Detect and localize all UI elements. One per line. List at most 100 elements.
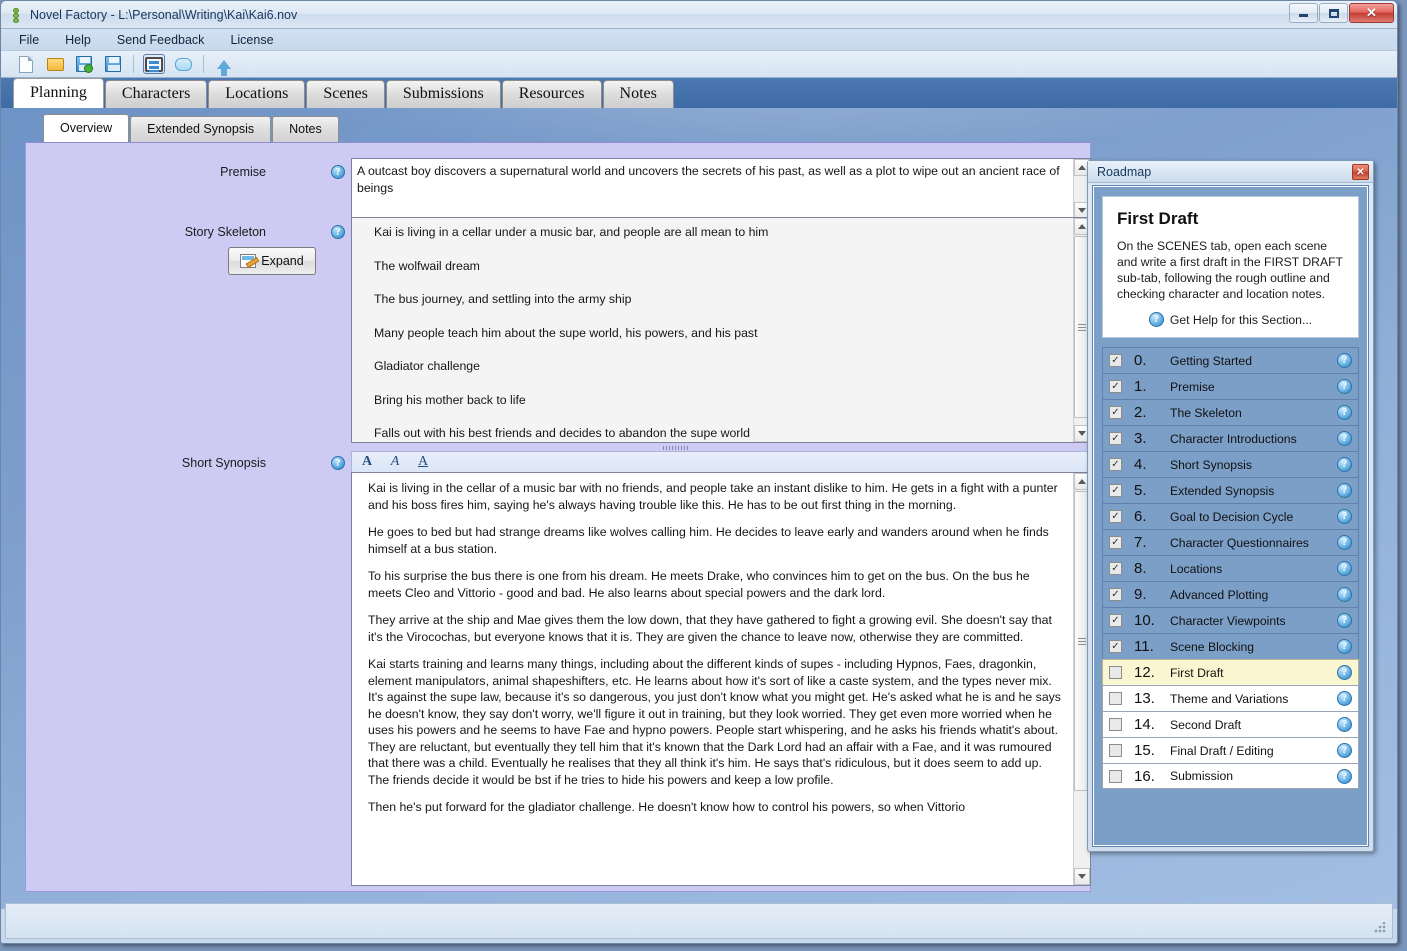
tab-submissions[interactable]: Submissions — [386, 80, 501, 108]
save-button[interactable] — [102, 54, 124, 74]
help-icon[interactable]: ? — [1337, 665, 1352, 680]
italic-button[interactable]: A — [386, 454, 404, 470]
checkbox[interactable]: ✓ — [1109, 562, 1122, 575]
minimize-button[interactable] — [1289, 3, 1318, 23]
get-help-link[interactable]: ? Get Help for this Section... — [1117, 312, 1344, 327]
close-button[interactable]: ✕ — [1349, 3, 1394, 23]
roadmap-step-10[interactable]: ✓ 10. Character Viewpoints ? — [1102, 607, 1359, 633]
help-icon[interactable]: ? — [1337, 405, 1352, 420]
checkbox[interactable] — [1109, 718, 1122, 731]
splitter-handle[interactable] — [663, 446, 689, 450]
synopsis-paragraph: Kai is living in the cellar of a music b… — [368, 480, 1066, 513]
roadmap-step-3[interactable]: ✓ 3. Character Introductions ? — [1102, 425, 1359, 451]
maximize-button[interactable] — [1319, 3, 1348, 23]
roadmap-step-7[interactable]: ✓ 7. Character Questionnaires ? — [1102, 529, 1359, 555]
checkbox[interactable] — [1109, 666, 1122, 679]
tab-characters[interactable]: Characters — [105, 80, 207, 108]
help-icon[interactable]: ? — [1337, 509, 1352, 524]
menu-item-help[interactable]: Help — [65, 33, 91, 47]
checkbox[interactable]: ✓ — [1109, 458, 1122, 471]
menu-item-file[interactable]: File — [19, 33, 39, 47]
upload-button[interactable] — [213, 54, 235, 74]
help-icon[interactable]: ? — [1337, 561, 1352, 576]
tab-planning[interactable]: Planning — [13, 78, 104, 108]
tab-notes[interactable]: Notes — [603, 80, 674, 108]
step-number: 10. — [1134, 612, 1170, 629]
help-icon[interactable]: ? — [1337, 483, 1352, 498]
tab-locations[interactable]: Locations — [208, 80, 305, 108]
premise-help-icon[interactable]: ? — [331, 165, 345, 179]
checkbox[interactable] — [1109, 692, 1122, 705]
roadmap-step-1[interactable]: ✓ 1. Premise ? — [1102, 373, 1359, 399]
checkbox[interactable]: ✓ — [1109, 354, 1122, 367]
subtab-extended-synopsis[interactable]: Extended Synopsis — [130, 116, 271, 142]
roadmap-step-5[interactable]: ✓ 5. Extended Synopsis ? — [1102, 477, 1359, 503]
synopsis-scroll-down-button[interactable] — [1074, 868, 1090, 885]
save-as-button[interactable] — [73, 54, 95, 74]
step-label: Character Introductions — [1170, 432, 1337, 446]
roadmap-close-button[interactable]: ✕ — [1352, 164, 1369, 180]
checkbox[interactable]: ✓ — [1109, 614, 1122, 627]
subtab-notes[interactable]: Notes — [272, 116, 339, 142]
help-icon[interactable]: ? — [1337, 379, 1352, 394]
help-icon[interactable]: ? — [1337, 743, 1352, 758]
premise-textbox[interactable]: A outcast boy discovers a supernatural w… — [351, 158, 1091, 220]
subtab-overview[interactable]: Overview — [43, 114, 129, 142]
roadmap-step-15[interactable]: 15. Final Draft / Editing ? — [1102, 737, 1359, 763]
help-icon[interactable]: ? — [1337, 769, 1352, 784]
bold-button[interactable]: A — [358, 454, 376, 470]
checkbox[interactable]: ✓ — [1109, 536, 1122, 549]
roadmap-step-2[interactable]: ✓ 2. The Skeleton ? — [1102, 399, 1359, 425]
close-icon: ✕ — [1356, 167, 1364, 178]
resize-grip-icon[interactable] — [1374, 922, 1386, 934]
checkbox[interactable]: ✓ — [1109, 640, 1122, 653]
checkbox[interactable]: ✓ — [1109, 484, 1122, 497]
window-layout-button[interactable] — [143, 54, 165, 74]
checkbox[interactable]: ✓ — [1109, 510, 1122, 523]
story-skeleton-textbox[interactable]: Kai is living in a cellar under a music … — [351, 217, 1091, 443]
help-icon[interactable]: ? — [1337, 613, 1352, 628]
underline-button[interactable]: A — [414, 454, 432, 470]
step-label: Goal to Decision Cycle — [1170, 510, 1337, 524]
roadmap-step-9[interactable]: ✓ 9. Advanced Plotting ? — [1102, 581, 1359, 607]
tab-resources[interactable]: Resources — [502, 80, 602, 108]
roadmap-step-12[interactable]: 12. First Draft ? — [1102, 659, 1359, 685]
help-icon[interactable]: ? — [1337, 535, 1352, 550]
roadmap-step-14[interactable]: 14. Second Draft ? — [1102, 711, 1359, 737]
step-label: Short Synopsis — [1170, 458, 1337, 472]
short-synopsis-help-icon[interactable]: ? — [331, 456, 345, 470]
roadmap-step-13[interactable]: 13. Theme and Variations ? — [1102, 685, 1359, 711]
roadmap-step-4[interactable]: ✓ 4. Short Synopsis ? — [1102, 451, 1359, 477]
help-icon[interactable]: ? — [1337, 353, 1352, 368]
menu-item-send-feedback[interactable]: Send Feedback — [117, 33, 205, 47]
step-number: 11. — [1134, 638, 1170, 655]
tab-scenes[interactable]: Scenes — [306, 80, 384, 108]
help-icon[interactable]: ? — [1337, 639, 1352, 654]
roadmap-step-11[interactable]: ✓ 11. Scene Blocking ? — [1102, 633, 1359, 659]
story-skeleton-help-icon[interactable]: ? — [331, 225, 345, 239]
roadmap-step-16[interactable]: 16. Submission ? — [1102, 763, 1359, 789]
synopsis-paragraph: They arrive at the ship and Mae gives th… — [368, 612, 1066, 645]
checkbox[interactable]: ✓ — [1109, 380, 1122, 393]
checkbox[interactable]: ✓ — [1109, 588, 1122, 601]
expand-button[interactable]: Expand — [228, 247, 316, 275]
help-icon[interactable]: ? — [1337, 717, 1352, 732]
checkbox[interactable]: ✓ — [1109, 406, 1122, 419]
roadmap-step-0[interactable]: ✓ 0. Getting Started ? — [1102, 347, 1359, 373]
checkbox[interactable] — [1109, 744, 1122, 757]
help-icon[interactable]: ? — [1337, 457, 1352, 472]
roadmap-step-6[interactable]: ✓ 6. Goal to Decision Cycle ? — [1102, 503, 1359, 529]
short-synopsis-textbox[interactable]: Kai is living in the cellar of a music b… — [351, 472, 1091, 886]
roadmap-step-8[interactable]: ✓ 8. Locations ? — [1102, 555, 1359, 581]
new-document-button[interactable] — [15, 54, 37, 74]
toolbar-separator-2 — [203, 55, 204, 73]
feedback-bubble-button[interactable] — [172, 54, 194, 74]
help-icon[interactable]: ? — [1337, 431, 1352, 446]
menu-item-license[interactable]: License — [230, 33, 273, 47]
help-icon[interactable]: ? — [1337, 691, 1352, 706]
premise-value: A outcast boy discovers a supernatural w… — [357, 163, 1070, 196]
checkbox[interactable] — [1109, 770, 1122, 783]
open-file-button[interactable] — [44, 54, 66, 74]
help-icon[interactable]: ? — [1337, 587, 1352, 602]
checkbox[interactable]: ✓ — [1109, 432, 1122, 445]
